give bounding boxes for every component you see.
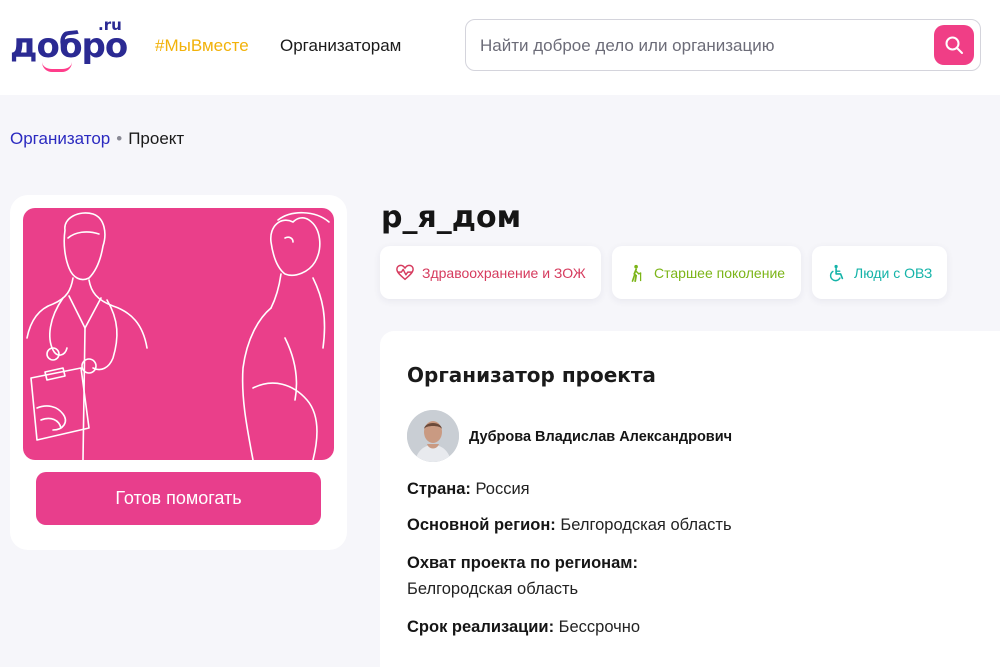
region-row: Основной регион: Белгородская область — [407, 516, 732, 535]
search-bar — [465, 19, 981, 71]
region-label: Основной регион: — [407, 516, 556, 534]
search-icon — [945, 36, 963, 54]
breadcrumb-separator: • — [116, 129, 123, 148]
heart-pulse-icon — [396, 264, 414, 280]
search-button[interactable] — [934, 25, 974, 65]
term-label: Срок реализации: — [407, 618, 555, 636]
tag-elderly[interactable]: Старшее поколение — [612, 246, 801, 299]
project-card: Готов помогать — [10, 195, 347, 550]
doctor-patient-illustration — [26, 211, 330, 460]
tag-elderly-label: Старшее поколение — [654, 264, 786, 281]
tag-healthcare-label: Здравоохранение и ЗОЖ — [422, 264, 586, 281]
organizer-heading: Организатор проекта — [407, 363, 656, 387]
avatar[interactable] — [407, 410, 459, 462]
logo-smile-icon — [42, 62, 72, 72]
dobro-logo[interactable]: добро .ru — [10, 16, 130, 72]
term-row: Срок реализации: Бессрочно — [407, 618, 640, 637]
elderly-person-icon — [631, 264, 642, 282]
site-header: добро .ru #МыВместе Организаторам — [0, 0, 1000, 95]
nav-link-organizers[interactable]: Организаторам — [280, 36, 401, 56]
country-value: Россия — [475, 480, 530, 498]
country-label: Страна: — [407, 480, 471, 498]
tag-disabilities-label: Люди с ОВЗ — [854, 264, 933, 281]
tag-disabilities[interactable]: Люди с ОВЗ — [812, 246, 947, 299]
term-value: Бессрочно — [558, 618, 641, 636]
region-value: Белгородская область — [560, 516, 732, 534]
country-row: Страна: Россия — [407, 480, 530, 499]
coverage-value: Белгородская область — [407, 580, 579, 598]
coverage-label-row: Охват проекта по регионам: — [407, 554, 638, 573]
ready-to-help-button[interactable]: Готов помогать — [36, 472, 321, 525]
tag-healthcare[interactable]: Здравоохранение и ЗОЖ — [380, 246, 601, 299]
breadcrumb: Организатор • Проект — [10, 129, 184, 149]
coverage-label: Охват проекта по регионам: — [407, 554, 638, 572]
search-input[interactable] — [480, 32, 920, 60]
nav-link-my-vmeste[interactable]: #МыВместе — [155, 36, 249, 56]
wheelchair-icon — [829, 264, 844, 281]
breadcrumb-link-organizer[interactable]: Организатор — [10, 129, 110, 148]
organizer-panel: Организатор проекта Дуброва Владислав Ал… — [380, 331, 1000, 667]
logo-suffix: .ru — [98, 16, 122, 34]
avatar-photo — [407, 410, 459, 462]
project-cover-image — [23, 208, 334, 460]
organizer-name-link[interactable]: Дуброва Владислав Александрович — [469, 429, 732, 445]
project-title: р_я_дом — [381, 200, 522, 235]
breadcrumb-current: Проект — [128, 129, 185, 148]
